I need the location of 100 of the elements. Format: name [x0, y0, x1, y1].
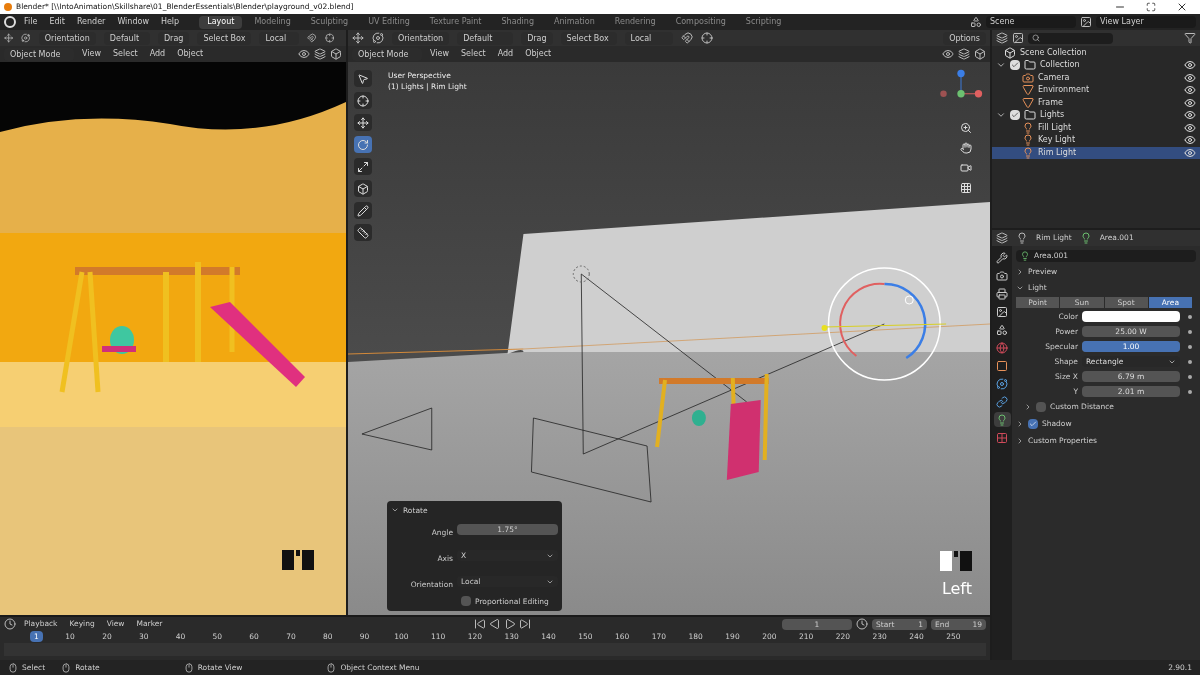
outliner-row[interactable]: Environment	[992, 84, 1200, 97]
checkbox[interactable]	[1010, 110, 1020, 121]
cube-icon[interactable]	[354, 180, 372, 197]
outliner-row[interactable]: Key Light	[992, 134, 1200, 147]
properties-tab[interactable]	[993, 376, 1011, 391]
lightbulb-icon[interactable]	[1016, 232, 1028, 244]
transform-orientation-dropdown[interactable]: Local	[259, 31, 300, 45]
orientation-dropdown[interactable]: Default	[457, 31, 514, 45]
pencil-icon[interactable]	[354, 202, 372, 219]
properties-tab[interactable]	[993, 250, 1011, 265]
crosshair-icon[interactable]	[324, 32, 334, 44]
checkbox[interactable]	[1028, 419, 1038, 429]
clock-icon[interactable]	[856, 618, 868, 630]
outliner-label[interactable]: Collection	[1040, 59, 1080, 72]
drag-dropdown[interactable]: Drag	[521, 31, 553, 45]
shading-icon[interactable]	[330, 48, 342, 60]
outliner-label[interactable]: Scene Collection	[1020, 46, 1087, 59]
magnet-icon[interactable]	[680, 32, 693, 44]
eye-icon[interactable]	[1184, 96, 1196, 109]
transform-icon[interactable]	[352, 32, 364, 44]
scene-field[interactable]: Scene	[986, 16, 1076, 28]
scene-icon[interactable]	[970, 16, 982, 28]
blender-logo-icon[interactable]	[4, 16, 16, 28]
properties-tab[interactable]	[993, 286, 1011, 301]
overlay-icon[interactable]	[958, 48, 970, 60]
workspace-tab[interactable]: Animation	[546, 15, 603, 29]
magnet-icon[interactable]	[307, 32, 317, 44]
workspace-tab[interactable]: Compositing	[667, 15, 734, 29]
crosshair-icon[interactable]	[700, 32, 713, 44]
hand-icon[interactable]	[960, 142, 972, 154]
orientation-dropdown[interactable]: Orientation	[38, 31, 96, 45]
move-icon[interactable]	[354, 114, 372, 131]
play-reverse-icon[interactable]	[489, 618, 502, 630]
menu-item[interactable]: File	[20, 16, 42, 28]
eye-icon[interactable]	[1184, 121, 1196, 134]
outliner-label[interactable]: Rim Light	[1038, 146, 1077, 159]
select-box-dropdown[interactable]: Select Box	[197, 31, 252, 45]
outliner-row[interactable]: Camera	[992, 71, 1200, 84]
workspace-tab[interactable]: Sculpting	[302, 15, 357, 29]
close-icon[interactable]	[1176, 1, 1188, 13]
checkbox[interactable]	[1036, 402, 1046, 412]
grid-icon[interactable]	[960, 182, 972, 194]
crosshair-icon[interactable]	[354, 92, 372, 109]
view-menu-item[interactable]: Add	[493, 48, 518, 60]
menu-item[interactable]: Window	[113, 16, 153, 28]
color-swatch[interactable]	[1082, 311, 1180, 322]
transform-orientation-dropdown[interactable]: Local	[624, 31, 673, 45]
outliner-label[interactable]: Environment	[1038, 84, 1090, 97]
workspace-tab[interactable]: Rendering	[606, 15, 664, 29]
outliner-label[interactable]: Key Light	[1038, 134, 1075, 147]
view-layer-field[interactable]: View Layer	[1096, 16, 1196, 28]
drag-dropdown[interactable]: Drag	[157, 31, 190, 45]
select-box-dropdown[interactable]: Select Box	[560, 31, 617, 45]
play-icon[interactable]	[504, 618, 517, 630]
view-layer-icon[interactable]	[1080, 16, 1092, 28]
view-menu-item[interactable]: View	[426, 48, 453, 60]
shading-icon[interactable]	[974, 48, 986, 60]
checkbox[interactable]	[461, 596, 471, 607]
view-menu-item[interactable]: Add	[145, 48, 170, 60]
outliner-row[interactable]: Rim Light	[992, 146, 1200, 159]
zoom-icon[interactable]	[960, 122, 972, 134]
options-dropdown[interactable]: Options	[943, 31, 986, 45]
eye-icon[interactable]	[1184, 59, 1196, 72]
search-field[interactable]	[1028, 32, 1113, 44]
eye-icon[interactable]	[1184, 134, 1196, 147]
outliner-row[interactable]: Frame	[992, 96, 1200, 109]
outliner-label[interactable]: Frame	[1038, 96, 1063, 109]
view-menu-item[interactable]: Select	[109, 48, 142, 60]
menu-item[interactable]: Edit	[45, 16, 69, 28]
view-menu-item[interactable]: Object	[173, 48, 208, 60]
overlay-icon[interactable]	[314, 48, 326, 60]
eye-icon[interactable]	[1184, 84, 1196, 97]
outliner-row[interactable]: Fill Light	[992, 121, 1200, 134]
camera-view-icon[interactable]	[960, 162, 972, 174]
visibility-icon[interactable]	[298, 48, 310, 60]
transform-icon[interactable]	[4, 32, 14, 44]
orientation-dropdown[interactable]: Default	[103, 31, 150, 45]
rotate-icon[interactable]	[354, 136, 372, 153]
outliner-row[interactable]: Lights	[992, 109, 1200, 122]
eye-icon[interactable]	[1184, 146, 1196, 159]
filter-view-icon[interactable]	[1012, 32, 1024, 44]
workspace-tab[interactable]: Shading	[493, 15, 542, 29]
workspace-tab[interactable]: Modeling	[246, 15, 299, 29]
checkbox[interactable]	[1010, 60, 1020, 71]
outliner-row[interactable]: Collection	[992, 59, 1200, 72]
menu-item[interactable]: Help	[156, 16, 184, 28]
workspace-tab[interactable]: Layout	[199, 15, 243, 29]
filter-icon[interactable]	[1184, 32, 1196, 44]
workspace-tab[interactable]: Scripting	[737, 15, 790, 29]
eye-icon[interactable]	[1184, 109, 1196, 122]
pivot-icon[interactable]	[372, 32, 384, 44]
scale-icon[interactable]	[354, 158, 372, 175]
jump-end-icon[interactable]	[519, 618, 532, 630]
view-menu-item[interactable]: Object	[521, 48, 556, 60]
orientation-dropdown[interactable]: Orientation	[392, 31, 450, 45]
outliner-label[interactable]: Lights	[1040, 109, 1065, 122]
workspace-tab[interactable]: Texture Paint	[421, 15, 490, 29]
properties-tab[interactable]	[993, 394, 1011, 409]
properties-tab[interactable]	[993, 268, 1011, 283]
clock-icon[interactable]	[4, 618, 16, 630]
